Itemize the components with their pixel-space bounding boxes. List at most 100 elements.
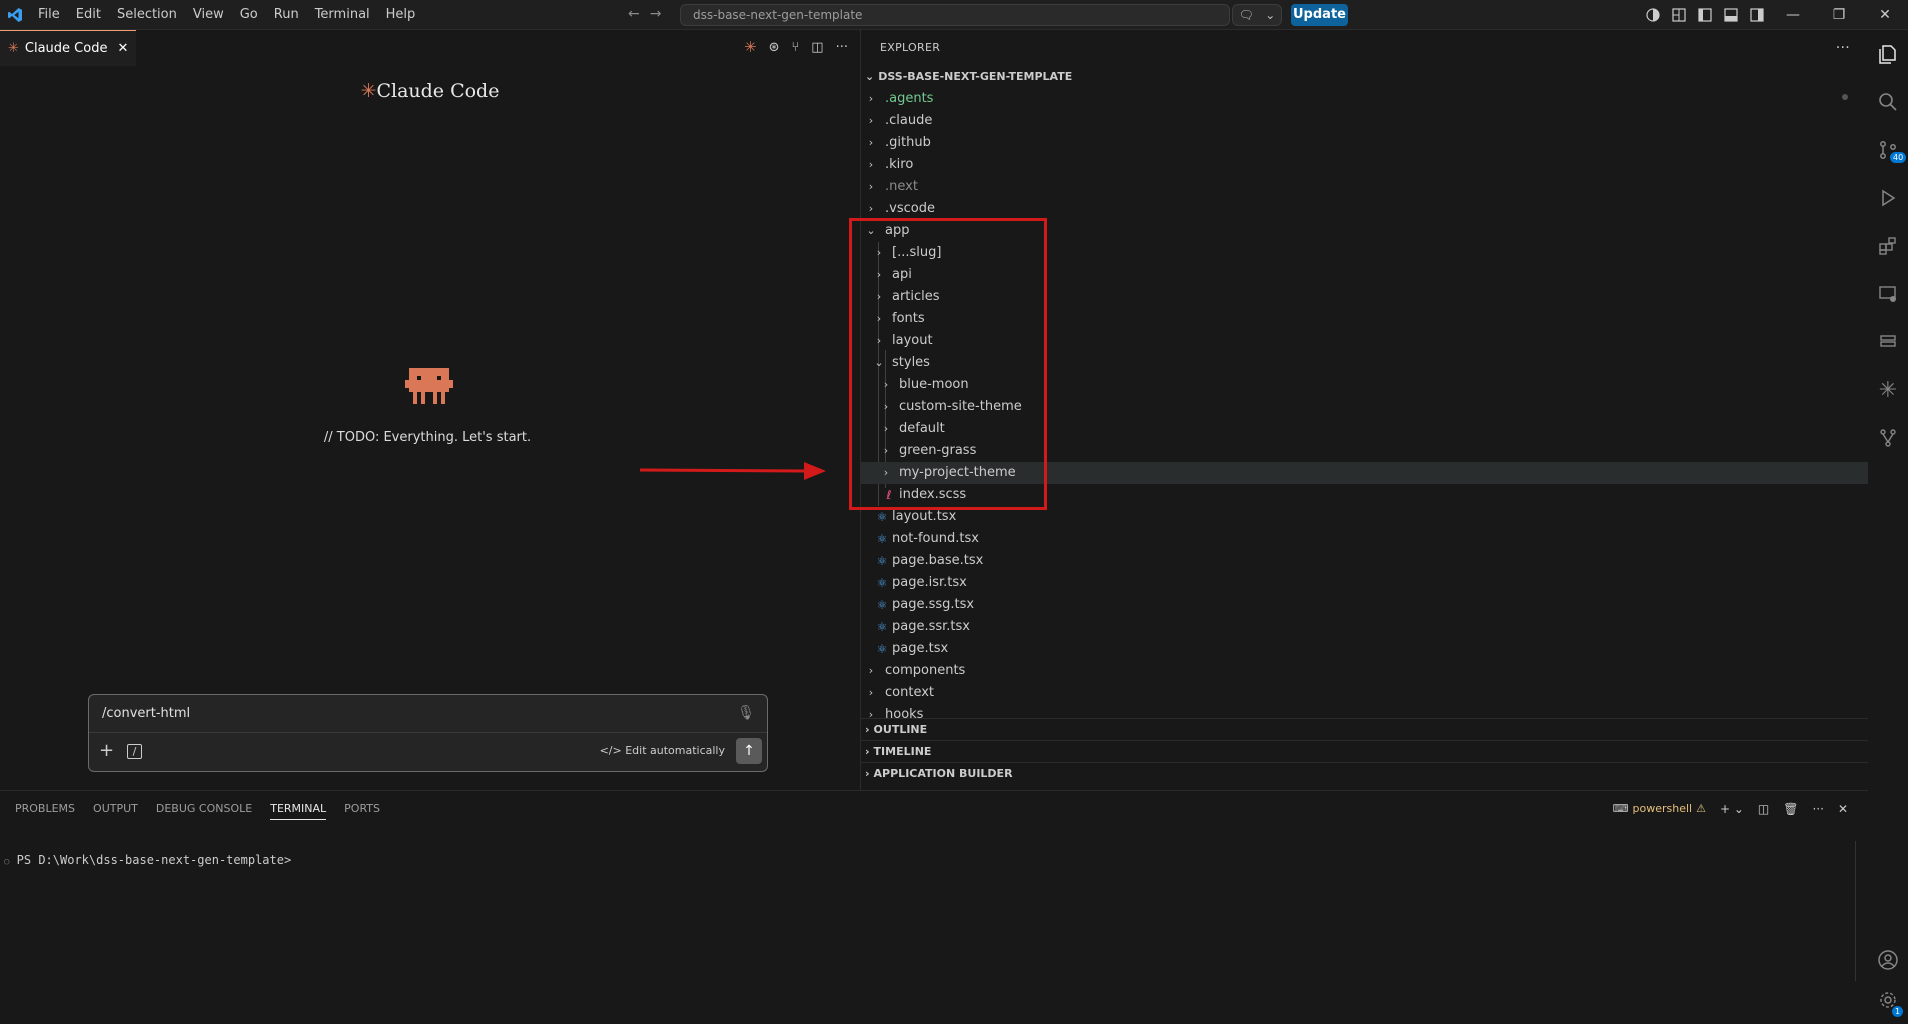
tree-folder-context[interactable]: › context [861,682,1868,704]
minimize-icon[interactable]: — [1770,0,1816,30]
explorer-title: EXPLORER [880,41,941,54]
accounts-icon[interactable] [1640,0,1666,30]
tree-item-label: page.ssr.tsx [892,619,970,634]
terminal-prompt[interactable]: ○ PS D:\Work\dss-base-next-gen-template> [4,853,291,867]
update-button[interactable]: Update [1291,4,1348,26]
back-arrow-icon[interactable]: ← [628,6,640,22]
trash-icon[interactable]: 🗑 [1783,802,1798,816]
chevron-right-icon: › [868,92,874,105]
section-timeline[interactable]: › TIMELINE [861,740,1868,762]
workspace-root[interactable]: ⌄ DSS-BASE-NEXT-GEN-TEMPLATE [861,66,1868,88]
menu-help[interactable]: Help [378,0,424,30]
chevron-right-icon: › [868,202,874,215]
tree-folder-agents[interactable]: › .agents [861,88,1868,110]
toggle-panel-icon[interactable] [1718,0,1744,30]
tree-file-page-ssg-tsx[interactable]: ⚛ page.ssg.tsx [861,594,1868,616]
run-debug-icon[interactable] [1868,174,1908,222]
tree-file-page-ssr-tsx[interactable]: ⚛ page.ssr.tsx [861,616,1868,638]
settings-gear-icon[interactable]: 1 [1868,976,1908,1024]
search-icon[interactable] [1868,78,1908,126]
chevron-right-icon: › [868,686,874,699]
chevron-down-icon: ⌄ [865,70,875,83]
tree-file-page-tsx[interactable]: ⚛ page.tsx [861,638,1868,660]
tree-file-page-base-tsx[interactable]: ⚛ page.base.tsx [861,550,1868,572]
tree-file-page-isr-tsx[interactable]: ⚛ page.isr.tsx [861,572,1868,594]
workspace-root-label: DSS-BASE-NEXT-GEN-TEMPLATE [878,70,1073,83]
copilot-chat-menu[interactable]: 🗨 ⌄ [1232,4,1282,26]
tree-item-label: page.tsx [892,641,949,656]
tab-output[interactable]: OUTPUT [84,791,147,826]
tab-terminal-label: TERMINAL [270,802,327,820]
menu-file[interactable]: File [30,0,68,30]
panel-tabs: PROBLEMS OUTPUT DEBUG CONSOLE TERMINAL P… [0,791,1868,826]
claude-star-icon[interactable]: ✳ [1868,366,1908,414]
remote-explorer-icon[interactable] [1868,270,1908,318]
database-icon[interactable] [1868,318,1908,366]
chevron-right-icon: › [868,708,874,718]
new-terminal-icon[interactable]: + ⌄ [1720,802,1744,816]
send-button[interactable]: ↑ [736,738,762,764]
menu-view[interactable]: View [185,0,232,30]
source-control-graph-icon[interactable]: ⑂ [791,40,799,55]
tree-folder-claude[interactable]: › .claude [861,110,1868,132]
tree-item-label: page.isr.tsx [892,575,967,590]
toggle-primary-sidebar-icon[interactable] [1692,0,1718,30]
source-control-icon[interactable]: 40 [1868,126,1908,174]
tree-folder-vscode[interactable]: › .vscode [861,198,1868,220]
terminal-scrollbar[interactable] [1855,841,1856,981]
tree-item-label: .vscode [885,201,935,216]
terminal-shell-selector[interactable]: ⌨ powershell ⚠ [1613,802,1706,815]
close-panel-icon[interactable]: ✕ [1838,802,1848,816]
slash-command-icon[interactable]: / [127,744,142,759]
chevron-right-icon: › [868,158,874,171]
chevron-right-icon: › [868,180,874,193]
close-window-icon[interactable]: ✕ [1862,0,1908,30]
microphone-icon[interactable]: 🎙 [737,705,755,721]
more-actions-icon[interactable]: ··· [1836,30,1850,66]
react-file-icon: ⚛ [876,642,888,656]
tab-debug-console[interactable]: DEBUG CONSOLE [147,791,261,826]
split-terminal-icon[interactable]: ◫ [1758,802,1769,816]
explorer-icon[interactable] [1868,30,1908,78]
menu-run[interactable]: Run [266,0,307,30]
git-graph-icon[interactable] [1868,414,1908,462]
toggle-secondary-sidebar-icon[interactable] [1744,0,1770,30]
menu-terminal[interactable]: Terminal [307,0,378,30]
more-actions-icon[interactable]: ··· [836,40,848,55]
restore-icon[interactable]: ❐ [1816,0,1862,30]
tab-problems[interactable]: PROBLEMS [6,791,84,826]
menu-go[interactable]: Go [232,0,266,30]
add-attachment-icon[interactable]: + [99,741,114,761]
terminal-prompt-text: PS D:\Work\dss-base-next-gen-template> [16,853,292,867]
extensions-icon[interactable] [1868,222,1908,270]
tab-terminal[interactable]: TERMINAL [261,791,335,826]
tree-folder-github[interactable]: › .github [861,132,1868,154]
split-editor-icon[interactable]: ◫ [811,40,823,55]
section-application-builder[interactable]: › APPLICATION BUILDER [861,762,1868,784]
chat-input[interactable]: /convert-html [89,695,767,733]
close-tab-icon[interactable]: ✕ [117,41,128,56]
claude-star-icon: ✳ [360,80,377,102]
customize-layout-icon[interactable] [1666,0,1692,30]
more-actions-icon[interactable]: ··· [1812,802,1823,816]
command-center-search[interactable]: dss-base-next-gen-template [680,4,1230,26]
claude-star-icon[interactable]: ✳ [744,38,757,56]
openai-icon[interactable]: ⊛ [769,40,780,55]
tree-item-label: .github [885,135,931,150]
claude-code-panel: ✳ Claude Code ✕ ✳ ⊛ ⑂ ◫ ··· ✳Claude Code… [0,30,860,790]
react-file-icon: ⚛ [876,620,888,634]
tab-ports[interactable]: PORTS [335,791,389,826]
tree-file-not-found-tsx[interactable]: ⚛ not-found.tsx [861,528,1868,550]
tree-folder-hooks[interactable]: › hooks [861,704,1868,718]
tab-claude-code[interactable]: ✳ Claude Code ✕ [0,30,137,66]
menu-edit[interactable]: Edit [68,0,109,30]
section-outline[interactable]: › OUTLINE [861,718,1868,740]
menu-selection[interactable]: Selection [109,0,185,30]
edit-mode-toggle[interactable]: </> Edit automatically [600,744,725,757]
tree-folder-components[interactable]: › components [861,660,1868,682]
code-icon: </> [599,744,622,757]
settings-badge: 1 [1892,1006,1904,1017]
tree-folder-kiro[interactable]: › .kiro [861,154,1868,176]
tree-folder-next[interactable]: › .next [861,176,1868,198]
forward-arrow-icon[interactable]: → [650,6,662,22]
